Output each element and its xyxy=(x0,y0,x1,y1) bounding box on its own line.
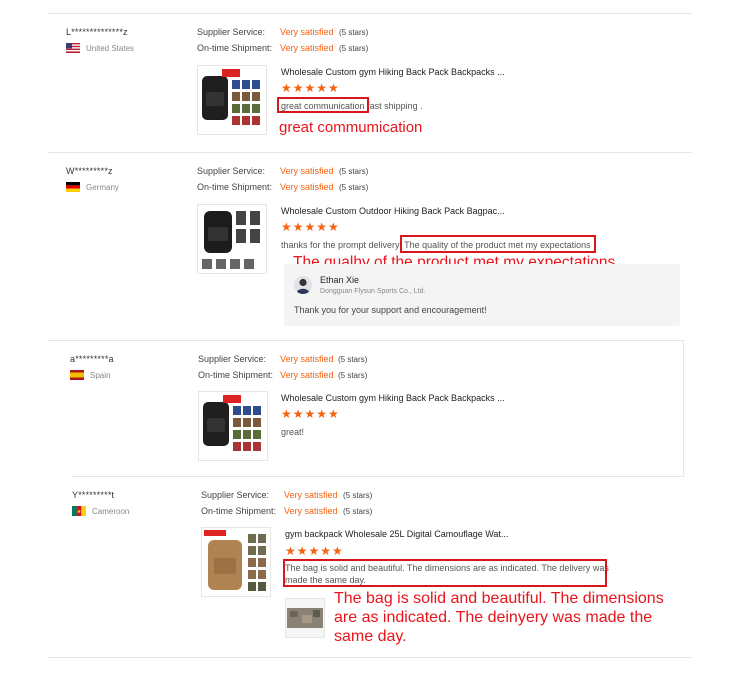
spain-flag-icon xyxy=(70,370,84,380)
top-divider xyxy=(48,13,692,14)
reviewer-name: W*********z xyxy=(66,166,113,176)
supplier-service-value: Very satisfied xyxy=(280,354,334,364)
product-title-link[interactable]: Wholesale Custom gym Hiking Back Pack Ba… xyxy=(281,67,505,77)
review-divider xyxy=(48,340,684,341)
supplier-service-stars: (5 stars) xyxy=(343,491,373,500)
reviewer-name: Y*********t xyxy=(72,490,115,500)
ontime-shipment-value: Very satisfied xyxy=(280,182,334,192)
supplier-service-value: Very satisfied xyxy=(280,27,334,37)
annotation-text-line-2: are as indicated. The deinyery was made … xyxy=(334,609,653,626)
review-divider xyxy=(72,476,684,477)
supplier-service-stars: (5 stars) xyxy=(339,28,369,37)
ontime-shipment-value: Very satisfied xyxy=(280,43,334,53)
review-divider xyxy=(48,152,692,153)
product-title-link[interactable]: gym backpack Wholesale 25L Digital Camou… xyxy=(285,529,508,539)
country-label: United States xyxy=(86,43,135,53)
avatar xyxy=(294,276,312,294)
ontime-shipment-stars: (5 stars) xyxy=(338,371,368,380)
us-flag-icon xyxy=(66,43,80,53)
ontime-shipment-label: On-time Shipment: xyxy=(197,43,273,53)
reviewer-name: a*********a xyxy=(70,354,114,364)
reply-message: Thank you for your support and encourage… xyxy=(294,305,487,315)
star-rating-icon: ★★★★★ xyxy=(281,220,340,234)
country-label: Spain xyxy=(90,370,111,380)
ontime-shipment-value: Very satisfied xyxy=(280,370,334,380)
annotation-text: great commumication xyxy=(279,119,423,136)
ontime-shipment-stars: (5 stars) xyxy=(339,183,369,192)
supplier-service-label: Supplier Service: xyxy=(198,354,267,364)
country-label: Germany xyxy=(86,182,119,192)
supplier-service-stars: (5 stars) xyxy=(339,167,369,176)
supplier-reply: Ethan Xie Dongguan Flysun Sports Co., Lt… xyxy=(284,264,680,326)
reply-author-name: Ethan Xie xyxy=(320,275,360,285)
country-label: Cameroon xyxy=(92,506,130,516)
product-thumbnail[interactable] xyxy=(201,527,271,597)
supplier-service-label: Supplier Service: xyxy=(197,166,266,176)
ontime-shipment-label: On-time Shipment: xyxy=(201,506,277,516)
ontime-shipment-stars: (5 stars) xyxy=(339,44,369,53)
ontime-shipment-stars: (5 stars) xyxy=(343,507,373,516)
cameroon-flag-icon xyxy=(72,506,86,516)
annotation-text-line-3: same day. xyxy=(334,628,407,645)
review-text-start: thanks for the prompt delivery xyxy=(281,240,400,250)
supplier-service-value: Very satisfied xyxy=(284,490,338,500)
reviewer-name: L**************z xyxy=(66,27,128,37)
highlight-box xyxy=(400,235,596,253)
germany-flag-icon xyxy=(66,182,80,192)
ontime-shipment-label: On-time Shipment: xyxy=(197,182,273,192)
supplier-service-label: Supplier Service: xyxy=(201,490,270,500)
supplier-service-stars: (5 stars) xyxy=(338,355,368,364)
supplier-service-value: Very satisfied xyxy=(280,166,334,176)
highlight-box xyxy=(283,559,607,587)
product-thumbnail[interactable] xyxy=(197,65,267,135)
product-title-link[interactable]: Wholesale Custom gym Hiking Back Pack Ba… xyxy=(281,393,505,403)
reviewer-country: Cameroon xyxy=(72,506,129,516)
product-title-link[interactable]: Wholesale Custom Outdoor Hiking Back Pac… xyxy=(281,206,505,216)
product-thumbnail[interactable] xyxy=(197,204,267,274)
annotation-text-line-1: The bag is solid and beautiful. The dime… xyxy=(334,590,664,607)
reply-author-company: Dongguan Flysun Sports Co., Ltd. xyxy=(320,288,426,295)
star-rating-icon: ★★★★★ xyxy=(281,407,340,421)
reviewer-country: Germany xyxy=(66,182,119,192)
star-rating-icon: ★★★★★ xyxy=(281,81,340,95)
ontime-shipment-value: Very satisfied xyxy=(284,506,338,516)
product-thumbnail[interactable] xyxy=(198,391,268,461)
review-text-rest: fast shipping . xyxy=(367,101,423,111)
reviewer-country: United States xyxy=(66,43,134,53)
supplier-service-label: Supplier Service: xyxy=(197,27,266,37)
reviewer-country: Spain xyxy=(70,370,110,380)
review-photo[interactable] xyxy=(285,598,325,638)
card-border xyxy=(683,340,684,477)
review-text: great! xyxy=(281,427,305,437)
star-rating-icon: ★★★★★ xyxy=(285,544,344,558)
highlight-box xyxy=(277,97,369,113)
bottom-divider xyxy=(48,657,692,658)
ontime-shipment-label: On-time Shipment: xyxy=(198,370,274,380)
